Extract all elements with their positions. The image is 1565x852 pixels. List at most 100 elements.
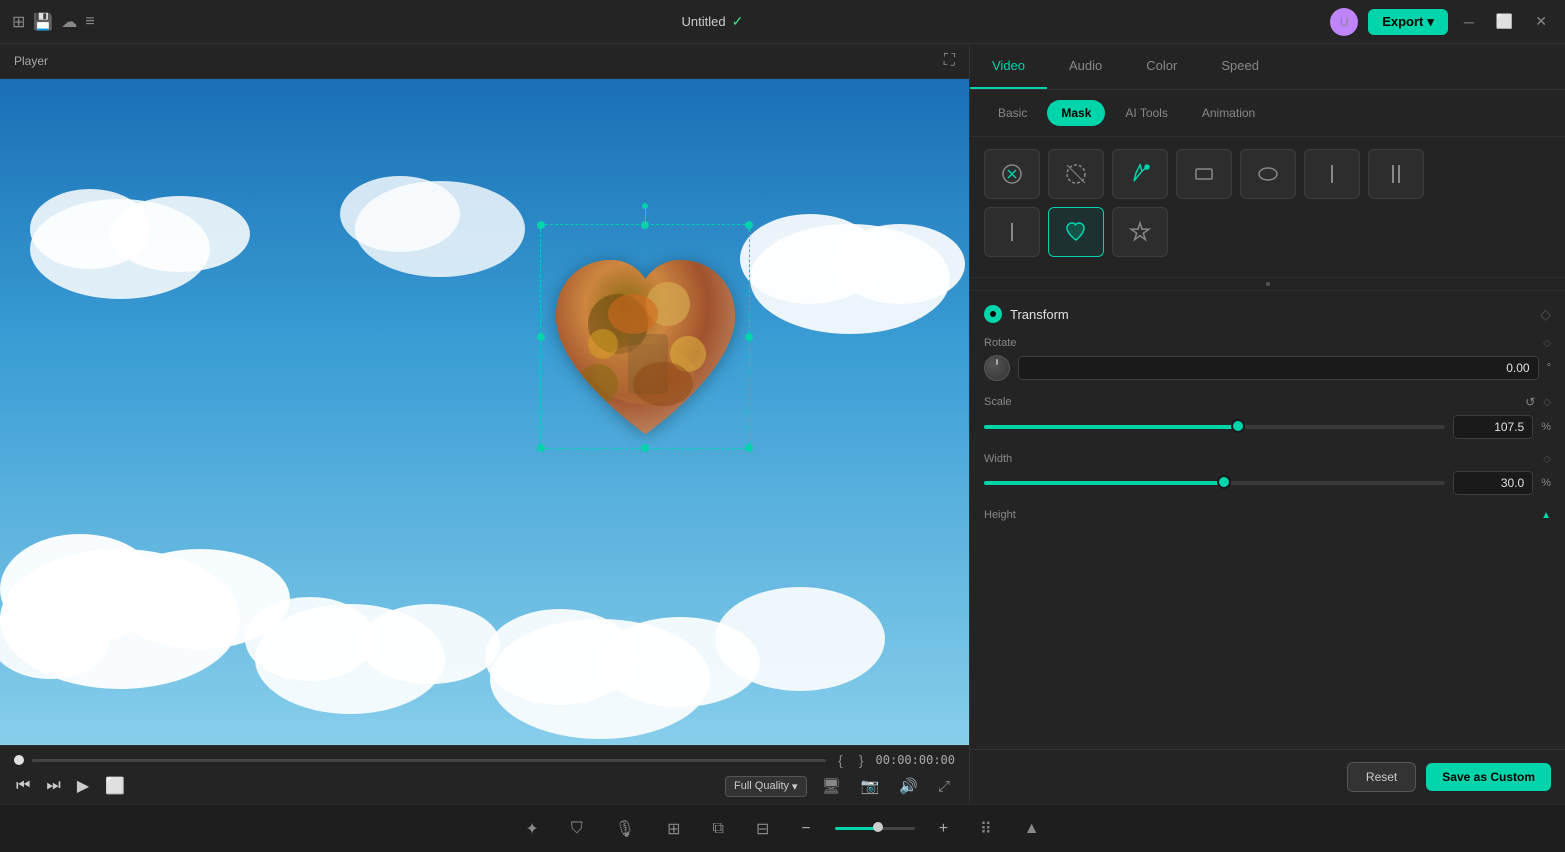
left-panel: Player ⛶ — [0, 44, 970, 804]
oval-mask-button[interactable] — [1240, 149, 1296, 199]
rotate-row: 0.00 ° — [984, 355, 1551, 381]
height-keyframe-icon[interactable]: ▲ — [1541, 510, 1551, 521]
progress-track[interactable] — [32, 759, 826, 762]
fullscreen-icon[interactable]: ⤢ — [933, 776, 955, 797]
control-row: ⏮ ⏭ ▶ ⬜ Full Quality ▾ 🖥 📷 🔊 ⤢ — [14, 774, 955, 798]
rotate-dial[interactable] — [984, 355, 1010, 381]
save-as-custom-button[interactable]: Save as Custom — [1426, 763, 1551, 791]
sub-tab-ai-tools[interactable]: AI Tools — [1111, 100, 1181, 126]
scale-slider-fill — [984, 425, 1238, 429]
heart-mask-image — [548, 244, 743, 454]
time-display: 00:00:00:00 — [876, 753, 955, 767]
scale-label-row: Scale ↺ ◇ — [984, 395, 1551, 409]
zoom-in-button[interactable]: + — [931, 816, 956, 842]
tab-color[interactable]: Color — [1124, 44, 1199, 89]
mask-tools-row-2 — [984, 207, 1551, 257]
minimize-button[interactable]: ─ — [1458, 12, 1480, 32]
crop-icon[interactable]: ⧉ — [705, 816, 732, 842]
player-controls: { } 00:00:00:00 ⏮ ⏭ ▶ ⬜ Full Quality ▾ 🖥 — [0, 745, 969, 804]
heart-mask-button[interactable] — [1048, 207, 1104, 257]
sub-tab-animation[interactable]: Animation — [1188, 100, 1269, 126]
rectangle-mask-button[interactable] — [1176, 149, 1232, 199]
video-canvas[interactable] — [0, 79, 969, 745]
save-icon[interactable]: 💾 — [33, 12, 53, 32]
width-slider-thumb[interactable] — [1217, 475, 1231, 489]
pen-mask-button[interactable] — [1112, 149, 1168, 199]
grid-view-icon[interactable]: ⠿ — [972, 815, 1000, 843]
zoom-thumb[interactable] — [873, 822, 883, 832]
bottom-toolbar: ✦ ⛉ 🎙 ⊞ ⧉ ⊟ − + ⠿ ▲ — [0, 804, 1565, 852]
tab-audio[interactable]: Audio — [1047, 44, 1124, 89]
reset-button[interactable]: Reset — [1347, 762, 1416, 792]
titlebar: ⊞ 💾 ☁ ≡ Untitled ✓ U Export ▾ ─ ⬜ ✕ — [0, 0, 1565, 44]
height-label-row: Height ▲ — [984, 509, 1551, 521]
project-title: Untitled — [682, 14, 726, 29]
single-line-button[interactable] — [984, 207, 1040, 257]
tab-speed[interactable]: Speed — [1199, 44, 1281, 89]
scroll-indicator — [970, 278, 1565, 291]
transform-keyframe-icon[interactable]: ◇ — [1540, 306, 1551, 323]
caption-icon[interactable]: ⊟ — [748, 815, 777, 843]
sub-tab-basic[interactable]: Basic — [984, 100, 1041, 126]
monitor-icon[interactable]: 🖥 — [817, 775, 846, 797]
transform-title: Transform — [984, 305, 1069, 323]
scale-slider-thumb[interactable] — [1231, 419, 1245, 433]
width-keyframe-icon[interactable]: ◇ — [1543, 454, 1551, 465]
volume-icon[interactable]: 🔊 — [894, 775, 923, 797]
reverse-mask-button[interactable] — [984, 149, 1040, 199]
scale-reset-icon[interactable]: ↺ — [1525, 395, 1535, 409]
mic-icon[interactable]: 🎙 — [607, 815, 643, 843]
rotate-label: Rotate ◇ — [984, 337, 1551, 349]
star-mask-button[interactable] — [1112, 207, 1168, 257]
frame-back-button[interactable]: ⏭ — [44, 775, 62, 797]
scale-keyframe-icon[interactable]: ◇ — [1543, 397, 1551, 408]
clouds-layer — [0, 79, 969, 745]
heart-image-container[interactable] — [548, 244, 743, 454]
mark-out-button[interactable]: } — [855, 752, 868, 768]
shield-icon[interactable]: ⛉ — [563, 816, 591, 842]
tab-video[interactable]: Video — [970, 44, 1047, 89]
rotate-keyframe-icon[interactable]: ◇ — [1543, 338, 1551, 349]
zoom-out-button[interactable]: − — [793, 816, 818, 842]
rotate-value-input[interactable]: 0.00 — [1018, 356, 1539, 380]
menu-icon[interactable]: ≡ — [85, 13, 94, 31]
scale-slider-track[interactable] — [984, 425, 1445, 429]
zoom-track[interactable] — [835, 827, 915, 830]
scale-value-input[interactable]: 107.5 — [1453, 415, 1533, 439]
transform-section-header[interactable]: Transform ◇ — [984, 305, 1551, 323]
line-mask2-button[interactable] — [1368, 149, 1424, 199]
save-status-icon: ✓ — [732, 13, 744, 30]
close-button[interactable]: ✕ — [1529, 11, 1553, 32]
expand-player-icon[interactable]: ⛶ — [944, 52, 955, 70]
sub-tab-bar: Basic Mask AI Tools Animation — [970, 90, 1565, 137]
stop-button[interactable]: ⬜ — [103, 774, 127, 798]
mask-tools-panel — [970, 137, 1565, 278]
line-mask1-button[interactable] — [1304, 149, 1360, 199]
play-button[interactable]: ▶ — [75, 774, 91, 798]
width-value-input[interactable]: 30.0 — [1453, 471, 1533, 495]
scale-unit: % — [1541, 421, 1551, 433]
maximize-button[interactable]: ⬜ — [1490, 11, 1519, 32]
width-unit: % — [1541, 477, 1551, 489]
screenshot-icon[interactable]: 📷 — [856, 775, 885, 797]
mask-tools-row-1 — [984, 149, 1551, 199]
skip-back-button[interactable]: ⏮ — [14, 775, 32, 797]
layout-icon[interactable]: ⊞ — [12, 12, 25, 32]
titlebar-right: U Export ▾ ─ ⬜ ✕ — [1330, 8, 1553, 36]
mark-in-button[interactable]: { — [834, 752, 847, 768]
user-avatar[interactable]: U — [1330, 8, 1358, 36]
width-slider-track[interactable] — [984, 481, 1445, 485]
export-button[interactable]: Export ▾ — [1368, 9, 1448, 35]
zoom-fill — [835, 827, 875, 830]
cloud-icon[interactable]: ☁ — [61, 12, 77, 32]
quality-button[interactable]: Full Quality ▾ — [725, 776, 807, 797]
sub-tab-mask[interactable]: Mask — [1047, 100, 1105, 126]
width-label-row: Width ◇ — [984, 453, 1551, 465]
sun-effects-icon[interactable]: ✦ — [517, 815, 546, 843]
progress-dot[interactable] — [14, 755, 24, 765]
main-layout: Player ⛶ — [0, 44, 1565, 804]
circle-mask-button[interactable] — [1048, 149, 1104, 199]
playback-buttons: ⏮ ⏭ ▶ ⬜ — [14, 774, 127, 798]
timeline-expand-icon[interactable]: ▲ — [1016, 816, 1048, 842]
layers-icon[interactable]: ⊞ — [659, 815, 688, 843]
